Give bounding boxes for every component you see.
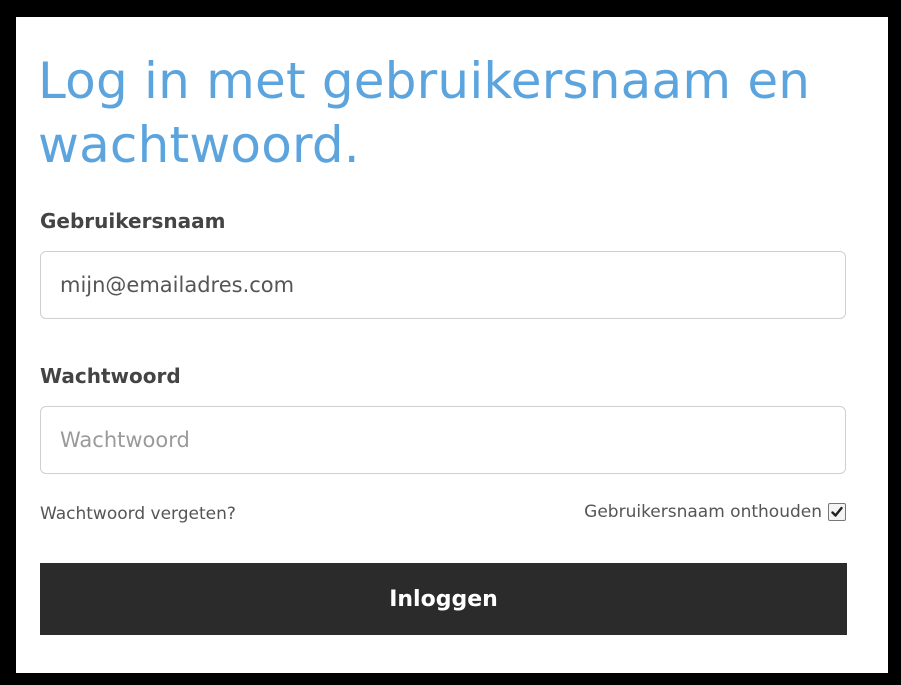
- checkmark-icon: [831, 506, 843, 517]
- password-input[interactable]: [40, 406, 846, 474]
- username-input[interactable]: [40, 251, 846, 319]
- login-panel: Log in met gebruikersnaam en wachtwoord.…: [16, 17, 888, 673]
- remember-username-option: Gebruikersnaam onthouden: [584, 501, 846, 523]
- remember-username-checkbox[interactable]: [828, 503, 846, 521]
- page-title: Log in met gebruikersnaam en wachtwoord.: [38, 52, 811, 174]
- window-frame: Log in met gebruikersnaam en wachtwoord.…: [0, 0, 901, 685]
- login-button[interactable]: Inloggen: [40, 563, 847, 635]
- remember-username-label: Gebruikersnaam onthouden: [584, 502, 822, 522]
- username-label: Gebruikersnaam: [40, 209, 226, 233]
- forgot-password-link[interactable]: Wachtwoord vergeten?: [40, 503, 236, 525]
- password-label: Wachtwoord: [40, 364, 181, 388]
